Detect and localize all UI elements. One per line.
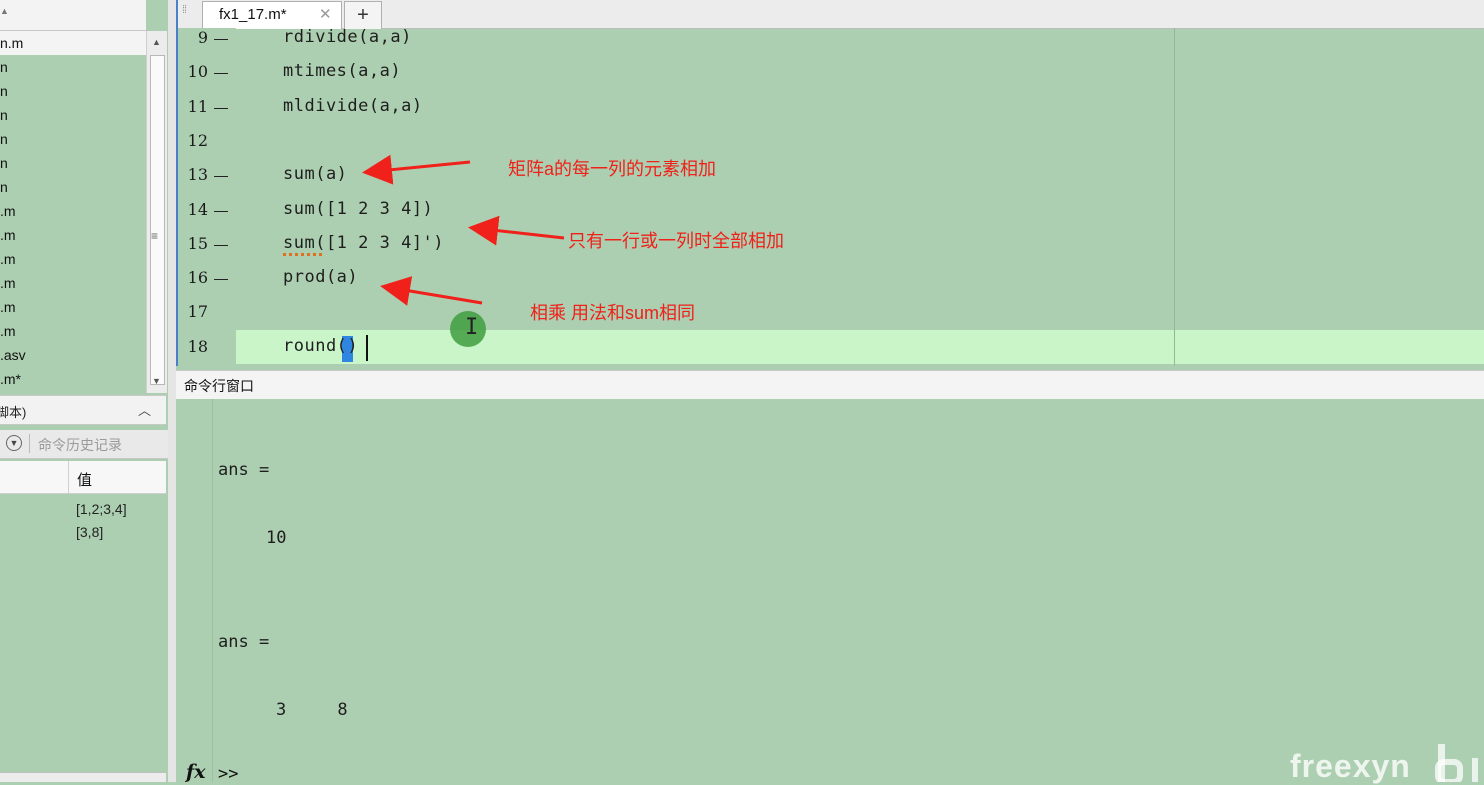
command-window-titlebar: 命令行窗口 bbox=[176, 370, 1484, 400]
code-line[interactable]: round() bbox=[283, 336, 358, 356]
code-line[interactable]: sum(a) bbox=[283, 164, 347, 184]
annotation-arrow bbox=[362, 154, 565, 306]
command-history-label: 命令历史记录 bbox=[38, 437, 122, 453]
file-item[interactable]: .m bbox=[0, 223, 146, 247]
workspace-header: 值 bbox=[0, 461, 166, 494]
left-panel: ▲ n.m n n n n n n .m .m .m .m .m .m .asv… bbox=[0, 0, 168, 782]
file-item[interactable]: n bbox=[0, 127, 146, 151]
file-item[interactable]: n.m bbox=[0, 31, 146, 55]
output-line: ans = bbox=[218, 632, 270, 652]
workspace-scrollbar[interactable] bbox=[0, 772, 166, 782]
file-list: n.m n n n n n n .m .m .m .m .m .m .asv .… bbox=[0, 31, 146, 393]
file-item[interactable]: .m bbox=[0, 295, 146, 319]
value-column-header[interactable]: 值 bbox=[77, 469, 92, 490]
workspace-value[interactable]: [1,2;3,4] bbox=[76, 501, 127, 517]
file-list-scrollbar[interactable]: ▲ ≡ ▼ bbox=[146, 31, 167, 393]
command-prompt[interactable]: >> bbox=[218, 764, 238, 784]
file-item[interactable]: .m bbox=[0, 271, 146, 295]
scroll-down-icon[interactable]: ▼ bbox=[152, 376, 161, 386]
output-line: 10 bbox=[266, 528, 287, 548]
file-item[interactable]: n bbox=[0, 175, 146, 199]
workspace-value[interactable]: [3,8] bbox=[76, 524, 103, 540]
file-item[interactable]: .m* bbox=[0, 367, 146, 391]
code-line[interactable]: mtimes(a,a) bbox=[283, 61, 401, 81]
watermark-text: freexyn bbox=[1290, 748, 1411, 784]
current-folder-header: ▲ bbox=[0, 0, 146, 31]
annotation-prod: 相乘 用法和sum相同 bbox=[530, 303, 696, 323]
annotation-sum-columns: 矩阵a的每一列的元素相加 bbox=[508, 159, 717, 179]
details-bar[interactable]: 脚本) ︿ bbox=[0, 395, 166, 425]
file-item[interactable]: n bbox=[0, 79, 146, 103]
code-line[interactable]: mldivide(a,a) bbox=[283, 96, 423, 116]
panel-divider[interactable] bbox=[168, 0, 176, 782]
file-item[interactable]: n bbox=[0, 55, 146, 79]
file-item[interactable]: .m bbox=[0, 319, 146, 343]
code-line[interactable]: sum([1 2 3 4]) bbox=[283, 199, 433, 219]
details-label: 脚本) bbox=[0, 405, 27, 420]
sort-up-icon[interactable]: ▲ bbox=[0, 6, 9, 16]
arrow-line-3 bbox=[380, 276, 483, 306]
code-line[interactable]: sum([1 2 3 4]') bbox=[283, 233, 444, 253]
arrow-line-1 bbox=[362, 154, 471, 185]
command-window-title: 命令行窗口 bbox=[184, 378, 254, 394]
file-item[interactable]: .asv bbox=[0, 343, 146, 367]
scroll-up-icon[interactable]: ▲ bbox=[152, 37, 161, 47]
chevron-up-icon[interactable]: ︿ bbox=[138, 400, 151, 419]
output-line: ans = bbox=[218, 460, 270, 480]
watermark-logo-icon bbox=[1435, 744, 1478, 782]
ibeam-cursor-icon: I bbox=[465, 315, 479, 340]
command-history-bar[interactable]: ▼ 命令历史记录 bbox=[0, 430, 168, 459]
file-item[interactable]: n bbox=[0, 151, 146, 175]
code-line[interactable]: rdivide(a,a) bbox=[283, 27, 412, 47]
command-window[interactable]: ans = 10 ans = 3 8 fx >> bbox=[176, 399, 1484, 784]
scrollbar-thumb[interactable] bbox=[150, 55, 165, 385]
editor-panel: ⁞⁞ fx1_17.m* ✕ + 9 10 11 12 13 14 15 16 17 18 矩阵a… bbox=[176, 0, 1484, 366]
grip-icon: ≡ bbox=[151, 229, 159, 243]
annotation-sum-all: 只有一行或一列时全部相加 bbox=[568, 231, 784, 251]
arrow-line-2 bbox=[468, 215, 565, 246]
output-line: 3 8 bbox=[276, 700, 348, 720]
fx-icon[interactable]: fx bbox=[186, 761, 206, 783]
file-item[interactable]: .m bbox=[0, 199, 146, 223]
file-item[interactable]: n bbox=[0, 103, 146, 127]
dropdown-circle-icon[interactable]: ▼ bbox=[6, 435, 22, 451]
code-line[interactable]: prod(a) bbox=[283, 267, 358, 287]
workspace-table: [1,2;3,4] [3,8] bbox=[0, 494, 166, 772]
file-item[interactable]: .m bbox=[0, 247, 146, 271]
